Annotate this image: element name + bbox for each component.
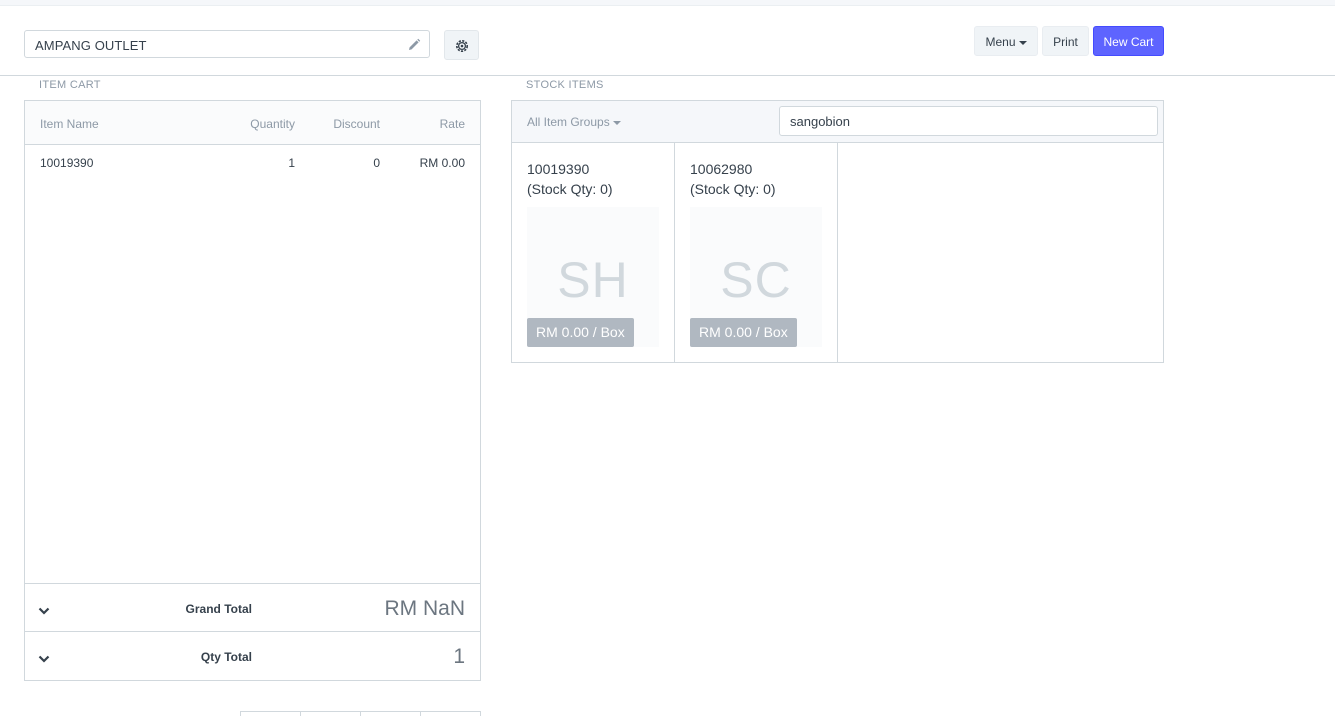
stock-item-qty: (Stock Qty: 0)	[690, 181, 776, 197]
stock-items-header: All Item Groups	[512, 101, 1163, 143]
settings-button[interactable]	[444, 30, 479, 60]
numpad-edge	[240, 711, 481, 716]
stock-item-abbr: SH	[557, 252, 629, 308]
stock-item-image-placeholder: SC RM 0.00 / Box	[690, 207, 822, 347]
item-search-input[interactable]	[779, 106, 1158, 136]
grand-total-label: Grand Total	[185, 602, 252, 616]
chevron-down-icon[interactable]	[38, 650, 50, 668]
stock-item-qty: (Stock Qty: 0)	[527, 181, 613, 197]
column-rate: Rate	[439, 117, 465, 131]
pencil-icon[interactable]	[407, 38, 421, 52]
top-strip	[0, 0, 1335, 6]
new-cart-button[interactable]: New Cart	[1093, 26, 1164, 56]
stock-item-abbr: SC	[720, 252, 792, 308]
cart-row-rate: RM 0.00	[419, 156, 465, 170]
cart-row-quantity: 1	[288, 156, 295, 170]
cart-row-name: 10019390	[40, 156, 94, 170]
menu-button[interactable]: Menu	[974, 26, 1038, 56]
column-quantity: Quantity	[250, 117, 295, 131]
item-group-filter-label: All Item Groups	[527, 115, 610, 129]
item-group-filter[interactable]: All Item Groups	[527, 115, 621, 129]
stock-item-code: 10062980	[690, 161, 753, 177]
cart-row-discount: 0	[373, 156, 380, 170]
column-item-name: Item Name	[40, 117, 99, 131]
stock-item-code: 10019390	[527, 161, 590, 177]
grand-total-value: RM NaN	[384, 597, 465, 620]
header-divider	[0, 75, 1335, 76]
customer-field[interactable]: AMPANG OUTLET	[24, 30, 430, 58]
qty-total-row[interactable]: Qty Total 1	[25, 631, 480, 680]
stock-item-price: RM 0.00 / Box	[527, 318, 634, 347]
stock-item-tile[interactable]: 10062980 (Stock Qty: 0) SC RM 0.00 / Box	[675, 143, 838, 362]
column-discount: Discount	[333, 117, 380, 131]
menu-button-label: Menu	[985, 35, 1016, 49]
cart-header: Item Name Quantity Discount Rate	[25, 101, 480, 145]
customer-value: AMPANG OUTLET	[35, 38, 147, 53]
caret-down-icon	[612, 120, 621, 125]
print-button[interactable]: Print	[1042, 26, 1089, 56]
item-cart-label: ITEM CART	[39, 79, 101, 91]
grand-total-row[interactable]: Grand Total RM NaN	[25, 583, 480, 632]
qty-total-label: Qty Total	[200, 650, 252, 664]
qty-total-value: 1	[453, 645, 465, 668]
chevron-down-icon[interactable]	[38, 602, 50, 620]
caret-down-icon	[1018, 40, 1027, 45]
item-cart: Item Name Quantity Discount Rate 1001939…	[24, 100, 481, 681]
stock-item-image-placeholder: SH RM 0.00 / Box	[527, 207, 659, 347]
stock-items-label: STOCK ITEMS	[526, 79, 604, 91]
cart-row[interactable]: 10019390 1 0 RM 0.00	[25, 145, 480, 181]
stock-items-panel: All Item Groups 10019390 (Stock Qty: 0) …	[511, 100, 1164, 363]
stock-item-price: RM 0.00 / Box	[690, 318, 797, 347]
stock-item-tile[interactable]: 10019390 (Stock Qty: 0) SH RM 0.00 / Box	[512, 143, 675, 362]
